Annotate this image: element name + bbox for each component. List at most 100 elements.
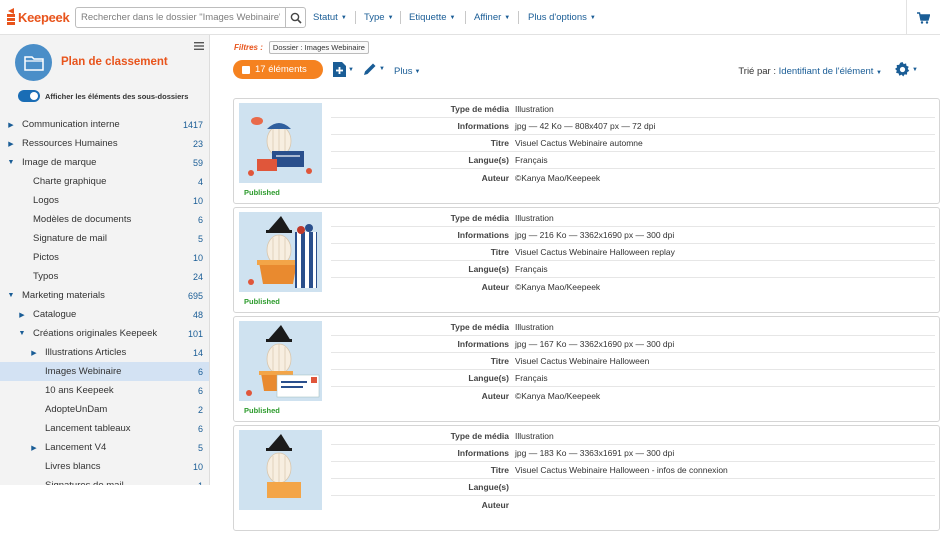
- sidebar-item-label: Lancement V4: [45, 442, 107, 453]
- chevron-down-icon: ▼: [340, 14, 347, 21]
- author-value: ©Kanya Mao/Keepeek: [515, 281, 601, 292]
- result-card[interactable]: Published Type de média Illustration Inform…: [233, 98, 940, 204]
- sidebar-item-count: 5: [197, 233, 203, 244]
- caret-down-icon[interactable]: ▼: [6, 159, 16, 166]
- sidebar-item[interactable]: Images Webinaire 6: [0, 362, 209, 381]
- media-type-label: Type de média: [450, 322, 509, 332]
- sidebar-item-label: Logos: [33, 195, 59, 206]
- pencil-icon: [364, 63, 376, 75]
- sidebar-item[interactable]: ▶ Catalogue 48: [0, 305, 209, 324]
- menu-affiner[interactable]: Affiner ▼: [474, 12, 510, 23]
- media-type-value: Illustration: [515, 322, 554, 332]
- caret-right-icon[interactable]: ▶: [29, 349, 39, 357]
- metadata-row: Type de média Illustration: [331, 319, 935, 336]
- metadata-row: Langue(s): [331, 479, 935, 496]
- metadata-row: Auteur ©Kanya Mao/Keepeek: [331, 387, 935, 404]
- sidebar-item[interactable]: ▶ Illustrations Articles 14: [0, 343, 209, 362]
- caret-right-icon[interactable]: ▶: [17, 311, 27, 319]
- plus-menu[interactable]: Plus ▼: [394, 66, 420, 77]
- title-label: Titre: [490, 247, 509, 257]
- sidebar-item-label: Créations originales Keepeek: [33, 328, 158, 339]
- menu-etiquette[interactable]: Etiquette ▼: [409, 12, 455, 23]
- metadata-table: Type de média Illustration Informations jpg…: [331, 210, 935, 295]
- result-card[interactable]: Published Type de média Illustration Inform…: [233, 316, 940, 422]
- sidebar-item[interactable]: ▶ Communication interne 1417: [0, 115, 209, 134]
- sidebar-item[interactable]: ▶ Ressources Humaines 23: [0, 134, 209, 153]
- sidebar-item-label: Images Webinaire: [45, 366, 122, 377]
- sidebar-item[interactable]: ▼ Image de marque 59: [0, 153, 209, 172]
- caret-down-icon[interactable]: ▼: [6, 292, 16, 299]
- sidebar-item[interactable]: Livres blancs 10: [0, 457, 209, 476]
- add-document-icon: [333, 62, 346, 77]
- media-type-value: Illustration: [515, 213, 554, 223]
- filters-label: Filtres :: [234, 43, 263, 52]
- sidebar-item[interactable]: AdopteUnDam 2: [0, 400, 209, 419]
- sidebar-item[interactable]: Lancement tableaux 6: [0, 419, 209, 438]
- result-card[interactable]: Published Type de média Illustration Inform…: [233, 207, 940, 313]
- sidebar-item[interactable]: Typos 24: [0, 267, 209, 286]
- hamburger-menu-icon[interactable]: [194, 42, 204, 53]
- title-value: Visuel Cactus Webinaire Halloween: [515, 356, 650, 366]
- thumbnail-image[interactable]: [239, 212, 322, 292]
- metadata-row: Langue(s) Français: [331, 152, 935, 169]
- settings-button[interactable]: ▼: [895, 62, 918, 77]
- sidebar-item[interactable]: Signature de mail 5: [0, 229, 209, 248]
- title-label: Titre: [490, 356, 509, 366]
- thumbnail-image[interactable]: [239, 321, 322, 401]
- edit-button[interactable]: ▼: [363, 62, 385, 76]
- sidebar-item-label: Modèles de documents: [33, 214, 132, 225]
- sidebar-item-label: Livres blancs: [45, 461, 101, 472]
- metadata-table: Type de média Illustration Informations jpg…: [331, 428, 935, 513]
- logo[interactable]: Keepeek: [0, 0, 70, 35]
- metadata-row: Type de média Illustration: [331, 101, 935, 118]
- sidebar-item-label: Ressources Humaines: [22, 138, 118, 149]
- sort-control[interactable]: Trié par : Identifiant de l'élément ▼: [738, 66, 882, 77]
- sidebar-item[interactable]: Logos 10: [0, 191, 209, 210]
- cart-button[interactable]: [906, 0, 940, 35]
- metadata-row: Auteur ©Kanya Mao/Keepeek: [331, 169, 935, 186]
- sidebar-item-label: AdopteUnDam: [45, 404, 108, 415]
- sidebar-item-label: Marketing materials: [22, 290, 105, 301]
- element-count-button[interactable]: 17 éléments: [233, 60, 323, 79]
- folder-tree: ▶ Communication interne 1417 ▶ Ressources Hu…: [0, 115, 209, 485]
- caret-right-icon[interactable]: ▶: [6, 121, 16, 129]
- metadata-row: Auteur ©Kanya Mao/Keepeek: [331, 278, 935, 295]
- menu-plus-options[interactable]: Plus d'options ▼: [528, 12, 596, 23]
- thumbnail-image[interactable]: [239, 103, 322, 183]
- metadata-row: Informations jpg — 167 Ko — 3362x1690 px …: [331, 336, 935, 353]
- sidebar-item-count: 6: [197, 423, 203, 434]
- metadata-row: Informations jpg — 216 Ko — 3362x1690 px …: [331, 227, 935, 244]
- sidebar-item[interactable]: Pictos 10: [0, 248, 209, 267]
- sidebar-item-count: 4: [197, 176, 203, 187]
- sidebar-item[interactable]: Modèles de documents 6: [0, 210, 209, 229]
- subfolder-toggle[interactable]: [18, 90, 40, 102]
- menu-statut[interactable]: Statut ▼: [313, 12, 347, 23]
- add-button[interactable]: ▼: [333, 62, 354, 77]
- caret-right-icon[interactable]: ▶: [6, 140, 16, 148]
- chevron-down-icon: ▼: [449, 14, 456, 21]
- filter-chip[interactable]: Dossier : Images Webinaire: [268, 41, 369, 54]
- thumbnail-image[interactable]: [239, 430, 322, 510]
- search-button[interactable]: [285, 8, 305, 27]
- chevron-down-icon: ▼: [414, 68, 421, 75]
- sidebar-item-count: 59: [192, 157, 203, 168]
- caret-right-icon[interactable]: ▶: [29, 444, 39, 452]
- metadata-table: Type de média Illustration Informations jpg…: [331, 319, 935, 404]
- sidebar-item[interactable]: Signatures de mail 1: [0, 476, 209, 485]
- sidebar-item[interactable]: ▶ Lancement V4 5: [0, 438, 209, 457]
- sidebar-item[interactable]: ▼ Créations originales Keepeek 101: [0, 324, 209, 343]
- sidebar-item-count: 6: [197, 385, 203, 396]
- menu-type[interactable]: Type ▼: [364, 12, 394, 23]
- sidebar-item-count: 6: [197, 214, 203, 225]
- sidebar-item[interactable]: ▼ Marketing materials 695: [0, 286, 209, 305]
- subfolder-toggle-label: Afficher les éléments des sous-dossiers: [45, 91, 189, 101]
- info-label: Informations: [457, 230, 509, 240]
- caret-down-icon[interactable]: ▼: [17, 330, 27, 337]
- metadata-row: Titre Visuel Cactus Webinaire automne: [331, 135, 935, 152]
- sidebar-item[interactable]: 10 ans Keepeek 6: [0, 381, 209, 400]
- search-input[interactable]: [76, 8, 286, 27]
- sidebar-item[interactable]: Charte graphique 4: [0, 172, 209, 191]
- chevron-down-icon: ▼: [589, 14, 596, 21]
- info-label: Informations: [457, 448, 509, 458]
- result-card[interactable]: Type de média Illustration Informations jpg…: [233, 425, 940, 531]
